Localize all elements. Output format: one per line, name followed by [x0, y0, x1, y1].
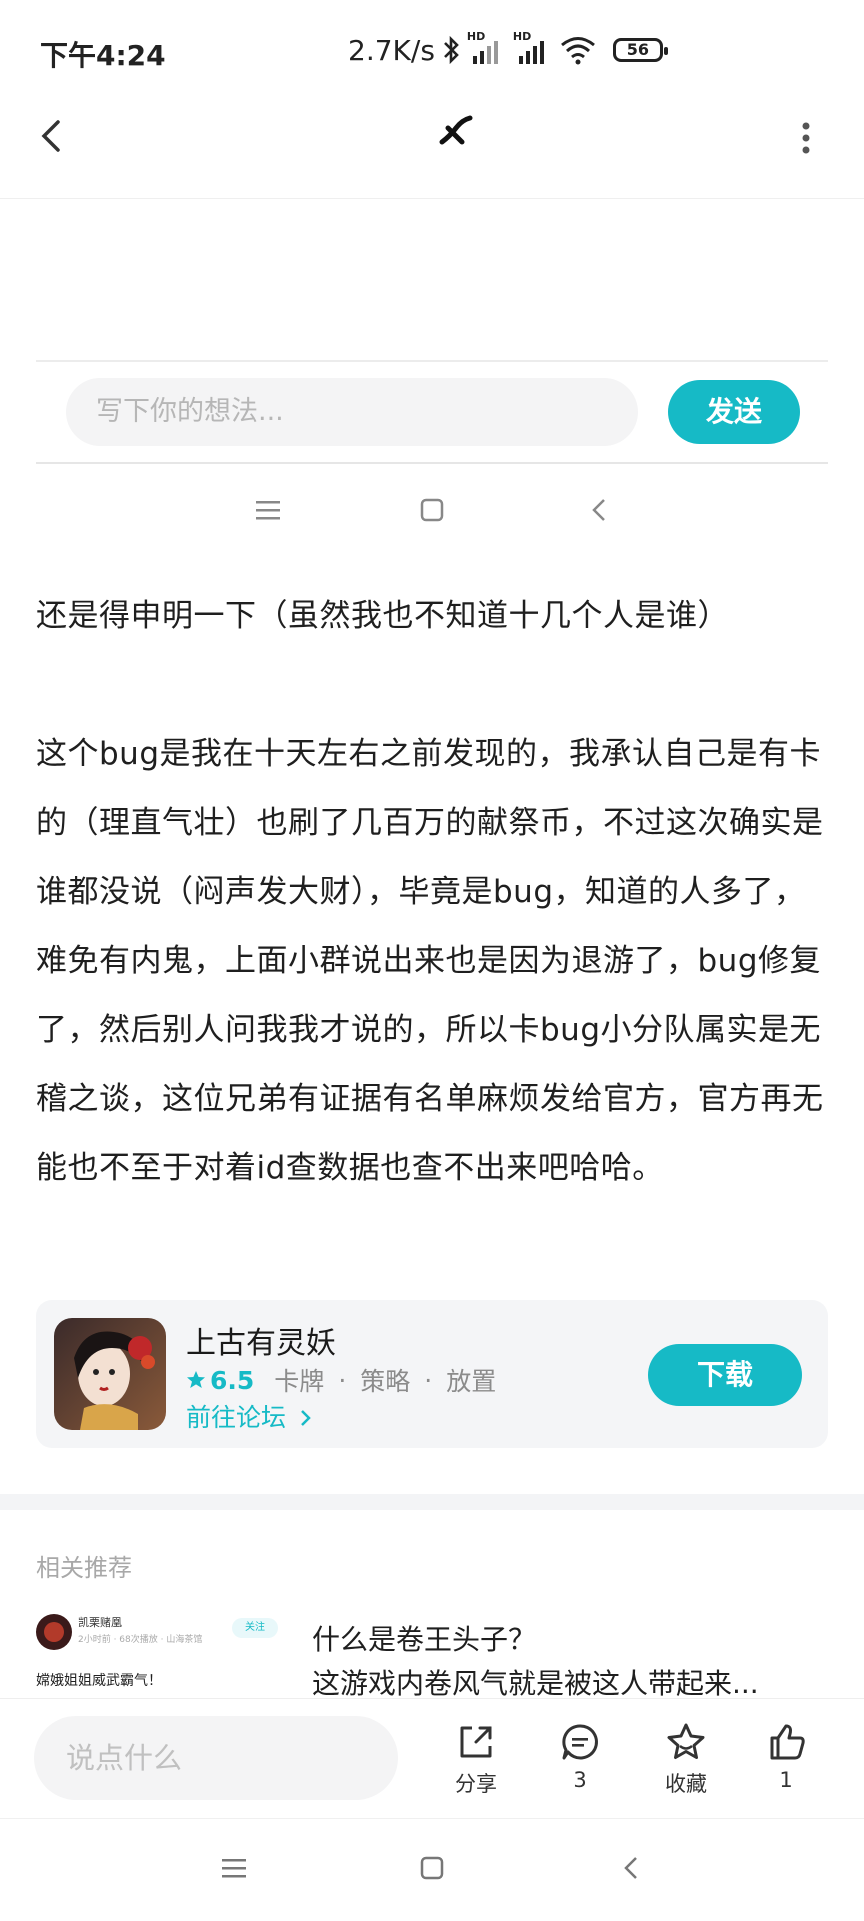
- related-section-title: 相关推荐: [36, 1554, 132, 1582]
- home-icon[interactable]: [418, 1848, 446, 1888]
- article-paragraph: 这个bug是我在十天左右之前发现的，我承认自己是有卡的（理直气壮）也刷了几百万的…: [36, 736, 824, 1186]
- chevron-left-icon[interactable]: [34, 116, 70, 156]
- game-tag: 策略: [360, 1367, 411, 1396]
- share-label: 分享: [455, 1772, 497, 1796]
- thumb-meta: 2小时前 · 68次播放 · 山海茶馆: [78, 1635, 203, 1645]
- thumb-user: 凯栗赌凰: [78, 1616, 122, 1629]
- menu-icon[interactable]: [254, 490, 282, 530]
- comment-input[interactable]: 写下你的想法...: [66, 378, 638, 446]
- game-icon[interactable]: [54, 1318, 166, 1430]
- top-nav: [0, 100, 864, 199]
- status-time: 下午4:24: [40, 39, 166, 72]
- chevron-left-icon[interactable]: [588, 490, 612, 530]
- avatar: [36, 1614, 72, 1650]
- comment-button[interactable]: 3: [540, 1720, 620, 1792]
- menu-icon[interactable]: [220, 1848, 248, 1888]
- related-item-title: 什么是卷王头子？: [312, 1623, 537, 1656]
- signal-2-icon: HD: [513, 30, 553, 66]
- like-button[interactable]: 1: [746, 1720, 826, 1792]
- comment-count: 3: [573, 1768, 587, 1792]
- tag-separator: ·: [338, 1365, 347, 1395]
- back-icon[interactable]: [620, 1848, 644, 1888]
- favorite-button[interactable]: 收藏: [646, 1720, 726, 1798]
- divider: [36, 462, 828, 464]
- say-something-input[interactable]: 说点什么: [34, 1716, 398, 1800]
- square-icon[interactable]: [418, 490, 446, 530]
- share-icon: [460, 1726, 492, 1758]
- game-score: 6.5: [210, 1365, 255, 1395]
- bluetooth-icon: [444, 35, 459, 65]
- article-paragraph: 还是得申明一下（虽然我也不知道十几个人是谁）: [36, 598, 729, 634]
- battery-indicator: 56: [612, 38, 668, 62]
- download-button[interactable]: 下载: [648, 1344, 802, 1406]
- favorite-label: 收藏: [665, 1772, 707, 1796]
- game-name[interactable]: 上古有灵妖: [186, 1318, 336, 1362]
- chevron-right-icon: [301, 1410, 311, 1426]
- forum-link[interactable]: 前往论坛: [186, 1398, 314, 1434]
- forum-link-label: 前往论坛: [186, 1403, 287, 1432]
- game-tag: 放置: [446, 1367, 497, 1396]
- related-thumbnail[interactable]: 凯栗赌凰 2小时前 · 68次播放 · 山海茶馆 关注 嫦娥姐姐威武霸气！: [36, 1614, 284, 1698]
- send-button[interactable]: 发送: [668, 380, 800, 444]
- app-logo-icon[interactable]: [436, 112, 476, 152]
- signal-1-icon: HD: [467, 30, 507, 66]
- thumbs-up-icon: [770, 1724, 805, 1760]
- status-icons: 2.7K/s HD HD 56: [348, 30, 668, 70]
- thumb-caption: 嫦娥姐姐威武霸气！: [36, 1673, 162, 1689]
- section-separator: [0, 1494, 864, 1510]
- thumb-follow: 关注: [232, 1618, 278, 1638]
- related-item-text[interactable]: 什么是卷王头子？ 这游戏内卷风气就是被这人带起来...: [312, 1618, 832, 1706]
- game-meta: 6.5 卡牌 · 策略 · 放置: [186, 1362, 496, 1398]
- divider: [36, 360, 828, 362]
- tag-separator: ·: [424, 1365, 433, 1395]
- wifi-icon: [560, 37, 595, 65]
- game-tag: 卡牌: [274, 1367, 325, 1396]
- share-button[interactable]: 分享: [436, 1720, 516, 1798]
- network-speed: 2.7K/s: [348, 33, 435, 67]
- more-vertical-icon[interactable]: [796, 118, 816, 158]
- like-count: 1: [779, 1768, 793, 1792]
- star-icon: [667, 1723, 705, 1759]
- comment-icon: [562, 1724, 598, 1760]
- star-icon: [187, 1371, 205, 1388]
